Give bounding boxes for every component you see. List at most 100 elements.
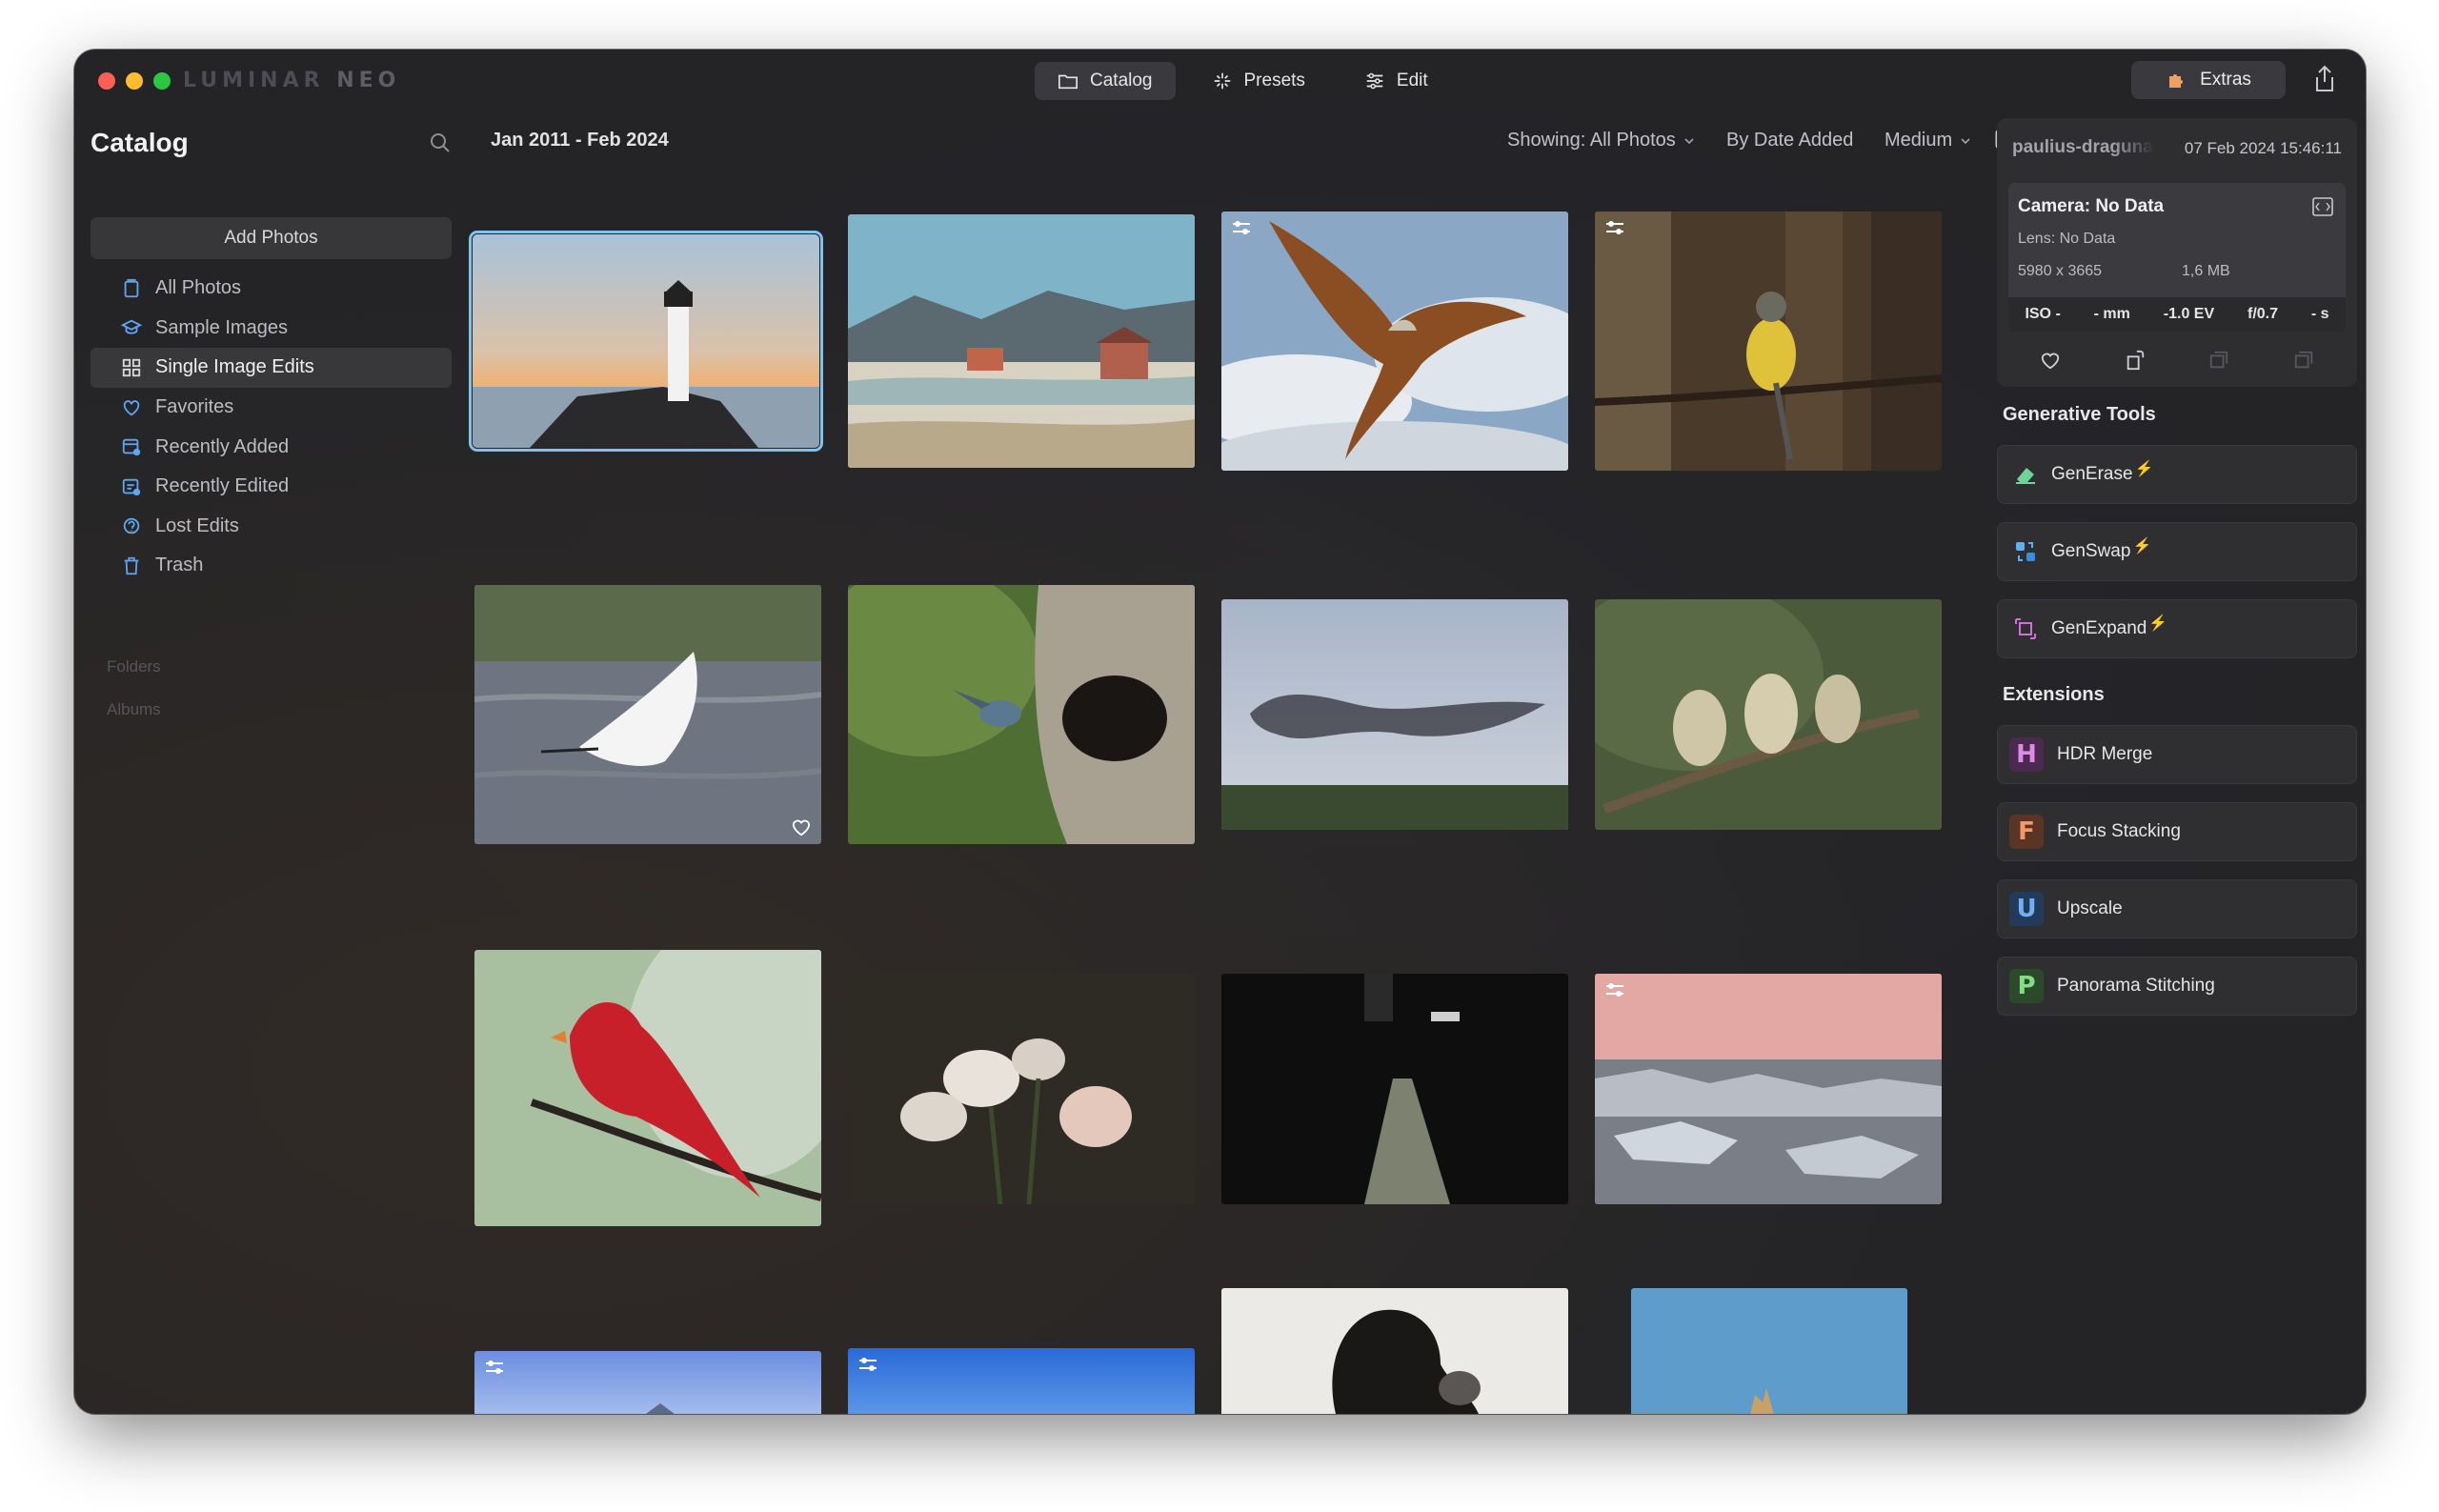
shooting-settings: ISO - - mm -1.0 EV f/0.7 - s xyxy=(2008,297,2346,332)
photo-thumbnail-starling-murmuration[interactable] xyxy=(1221,599,1568,830)
favorite-heart-icon[interactable] xyxy=(2040,350,2061,371)
search-icon[interactable] xyxy=(429,131,452,154)
sidebar-item-label: Recently Edited xyxy=(155,475,290,497)
focal-length-value: - mm xyxy=(2093,306,2130,322)
recently-edited-icon xyxy=(122,478,141,495)
fjord-cabins-image xyxy=(848,214,1195,468)
upscale-label: Upscale xyxy=(2057,898,2123,918)
lens-info: Lens: No Data xyxy=(2018,231,2116,247)
camera-info: Camera: No Data xyxy=(2018,196,2165,216)
panorama-stitching-button[interactable]: P Panorama Stitching xyxy=(1997,957,2357,1016)
sidebar-item-single-image-edits[interactable]: Single Image Edits xyxy=(91,348,452,388)
panorama-stitching-icon: P xyxy=(2009,969,2044,1003)
photo-thumbnail-bird-tree-hollow[interactable] xyxy=(848,585,1195,844)
trash-icon xyxy=(124,556,139,575)
sidebar-item-favorites[interactable]: Favorites xyxy=(91,388,452,428)
filesize-info: 1,6 MB xyxy=(2182,263,2230,279)
extensions-title: Extensions xyxy=(2003,684,2105,705)
sidebar-item-all-photos[interactable]: All Photos xyxy=(91,269,452,309)
tab-edit[interactable]: Edit xyxy=(1341,62,1451,100)
sidebar-item-sample-images[interactable]: Sample Images xyxy=(91,309,452,349)
edited-badge-icon xyxy=(1606,983,1623,997)
share-icon[interactable] xyxy=(2312,65,2337,93)
photo-thumbnail-silhouette[interactable] xyxy=(1221,1288,1568,1414)
favorite-heart-icon[interactable] xyxy=(791,817,812,837)
photo-thumbnail-red-kite[interactable] xyxy=(1221,212,1568,471)
starling-murmuration-image xyxy=(1221,599,1568,830)
showing-filter[interactable]: Showing: All Photos xyxy=(1507,130,1695,151)
generase-label: GenErase xyxy=(2051,464,2133,484)
folders-section-label[interactable]: Folders xyxy=(107,657,161,676)
photo-thumbnail-dark-corridor[interactable] xyxy=(1221,974,1568,1204)
image-info-card: paulius-dragunas 07 Feb 2024 15:46:11 Ca… xyxy=(1997,118,2357,387)
bolt-icon: ⚡ xyxy=(2132,538,2152,554)
sidebar-item-recently-added[interactable]: Recently Added xyxy=(91,427,452,467)
duplicate-icon[interactable] xyxy=(2293,350,2314,371)
lost-edits-icon xyxy=(123,518,140,534)
shutter-value: - s xyxy=(2310,306,2329,322)
lighthouse-image xyxy=(473,234,819,448)
thumbnail-size-selector[interactable]: Medium xyxy=(1885,130,1971,151)
focus-stacking-button[interactable]: F Focus Stacking xyxy=(1997,802,2357,861)
yellow-wagtail-image xyxy=(1595,212,1942,471)
sidebar-item-label: Recently Added xyxy=(155,435,290,457)
puzzle-icon xyxy=(2169,74,2184,88)
panorama-stitching-label: Panorama Stitching xyxy=(2057,976,2215,996)
aperture-value: f/0.7 xyxy=(2248,306,2279,322)
sidebar-item-recently-edited[interactable]: Recently Edited xyxy=(91,467,452,507)
genexpand-button[interactable]: GenExpand ⚡ xyxy=(1997,599,2357,658)
albums-section-label[interactable]: Albums xyxy=(107,700,161,719)
sidebar-item-trash[interactable]: Trash xyxy=(91,546,452,586)
edited-badge-icon xyxy=(1233,221,1250,234)
minimize-window-button[interactable] xyxy=(126,72,143,90)
stack-icon[interactable] xyxy=(2208,350,2229,371)
dark-corridor-image xyxy=(1221,974,1568,1204)
copy-exif-icon[interactable] xyxy=(2311,196,2334,217)
photo-thumbnail-blue-sky-1[interactable] xyxy=(474,1351,821,1414)
photo-thumbnail-lilies[interactable] xyxy=(848,974,1195,1204)
sidebar-item-lost-edits[interactable]: Lost Edits xyxy=(91,507,452,547)
generase-button[interactable]: GenErase ⚡ xyxy=(1997,445,2357,504)
photo-thumbnail-blue-sky-3[interactable] xyxy=(1631,1288,1907,1414)
genexpand-label: GenExpand xyxy=(2051,618,2147,638)
genswap-label: GenSwap xyxy=(2051,541,2131,561)
genswap-button[interactable]: GenSwap ⚡ xyxy=(1997,522,2357,581)
exif-box: Camera: No Data Lens: No Data 5980 x 366… xyxy=(2008,183,2346,332)
extras-button[interactable]: Extras xyxy=(2131,61,2286,99)
hdr-merge-button[interactable]: H HDR Merge xyxy=(1997,725,2357,784)
tab-presets-label: Presets xyxy=(1243,71,1305,91)
showing-filter-label: Showing: All Photos xyxy=(1507,130,1676,151)
icebergs-image xyxy=(1595,974,1942,1204)
sort-selector[interactable]: By Date Added xyxy=(1726,130,1853,151)
tab-catalog-label: Catalog xyxy=(1090,71,1153,91)
sidebar-item-label: Trash xyxy=(155,554,204,576)
upscale-button[interactable]: U Upscale xyxy=(1997,879,2357,938)
sidebar-item-label: Lost Edits xyxy=(155,514,239,536)
sort-label: By Date Added xyxy=(1726,130,1854,151)
photo-thumbnail-blue-sky-2[interactable] xyxy=(848,1348,1195,1414)
photo-thumbnail-fjord-cabins[interactable] xyxy=(848,214,1195,468)
zoom-window-button[interactable] xyxy=(153,72,171,90)
chevron-down-icon xyxy=(1961,137,1970,144)
resolution-info: 5980 x 3665 xyxy=(2018,263,2103,279)
bolt-icon: ⚡ xyxy=(2134,461,2154,477)
photo-thumbnail-lighthouse[interactable] xyxy=(469,231,823,452)
rotate-icon[interactable] xyxy=(2125,350,2146,371)
photo-thumbnail-fledglings[interactable] xyxy=(1595,599,1942,830)
photo-thumbnail-icebergs[interactable] xyxy=(1595,974,1942,1204)
cardinal-image xyxy=(474,950,821,1226)
tab-presets[interactable]: Presets xyxy=(1189,62,1328,100)
tab-catalog[interactable]: Catalog xyxy=(1035,62,1176,100)
blue-sky-2-image xyxy=(848,1348,1195,1414)
add-photos-button[interactable]: Add Photos xyxy=(91,217,452,259)
edited-badge-icon xyxy=(1606,221,1623,234)
sidebar-item-label: All Photos xyxy=(155,277,242,299)
sidebar-list: All Photos Sample Images Single Image Ed… xyxy=(91,269,452,586)
thumbnail-size-label: Medium xyxy=(1885,130,1953,151)
close-window-button[interactable] xyxy=(98,72,115,90)
extras-label: Extras xyxy=(2200,70,2251,90)
photo-thumbnail-cardinal[interactable] xyxy=(474,950,821,1226)
eraser-icon xyxy=(2016,468,2035,484)
photo-thumbnail-yellow-wagtail[interactable] xyxy=(1595,212,1942,471)
photo-thumbnail-egret[interactable] xyxy=(474,585,821,844)
